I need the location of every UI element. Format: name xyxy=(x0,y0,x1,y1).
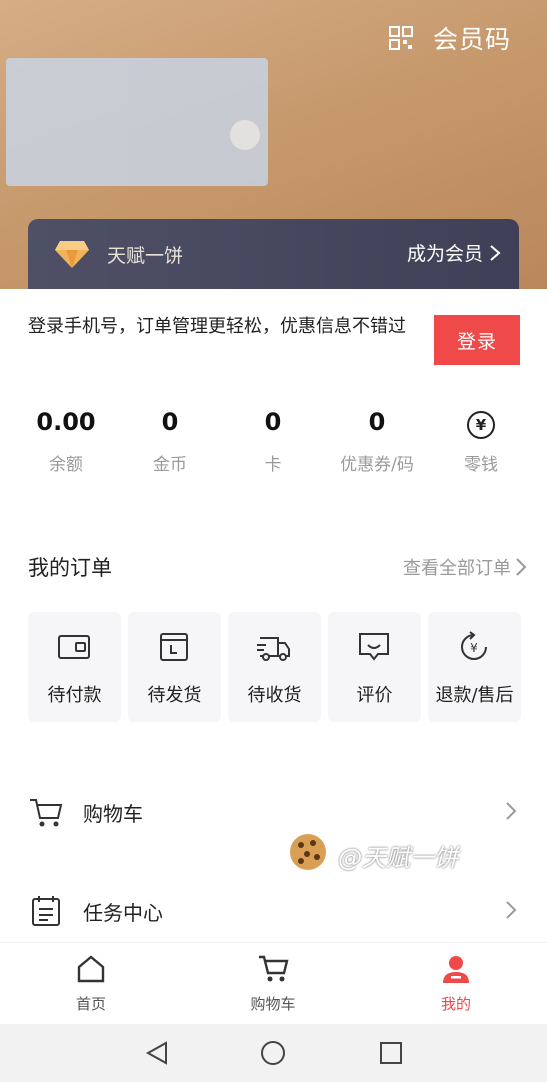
change-label: 零钱 xyxy=(464,455,498,475)
order-tile-label: 待发货 xyxy=(147,685,202,706)
balance-item[interactable]: 0.00 余额 xyxy=(11,400,121,475)
menu-item-label: 任务中心 xyxy=(83,901,163,925)
view-all-orders-link[interactable]: 查看全部订单 xyxy=(403,554,511,580)
profile-header: 会员码 天赋一饼 成为会员 xyxy=(0,0,547,290)
order-tile-refund[interactable]: ¥ 退款/售后 xyxy=(428,612,521,722)
cards-label: 卡 xyxy=(264,455,282,475)
balance-value: 0.00 xyxy=(36,408,96,436)
back-icon[interactable] xyxy=(144,1040,170,1066)
coins-label: 金币 xyxy=(153,455,187,475)
cookie-icon xyxy=(290,834,326,870)
login-prompt-row: 登录手机号，订单管理更轻松，优惠信息不错过 登录 xyxy=(0,289,547,384)
tab-home[interactable]: 首页 xyxy=(31,943,151,1025)
comment-icon xyxy=(359,633,389,661)
balance-label: 余额 xyxy=(49,455,83,475)
order-tile-label: 评价 xyxy=(356,685,393,706)
tab-cart[interactable]: 购物车 xyxy=(213,943,333,1025)
cart-icon xyxy=(30,799,63,827)
cards-value: 0 xyxy=(264,408,282,436)
coupons-value: 0 xyxy=(368,408,386,436)
change-item[interactable]: ¥ 零钱 xyxy=(426,400,536,475)
become-member-label: 成为会员 xyxy=(406,243,483,265)
login-prompt-text: 登录手机号，订单管理更轻松，优惠信息不错过 xyxy=(28,316,406,337)
order-status-tiles: 待付款 待发货 待收货 评价 ¥ 退款/售后 xyxy=(28,612,521,722)
vip-user-name: 天赋一饼 xyxy=(107,245,184,267)
coupons-item[interactable]: 0 优惠券/码 xyxy=(322,400,432,475)
become-member-link[interactable]: 成为会员 xyxy=(407,239,501,266)
tab-label: 购物车 xyxy=(250,995,296,1013)
my-orders-header: 我的订单 查看全部订单 xyxy=(0,546,547,586)
recent-apps-icon[interactable] xyxy=(378,1040,404,1066)
watermark: @天赋一饼 xyxy=(290,832,490,872)
home-circle-icon[interactable] xyxy=(260,1040,286,1066)
task-icon xyxy=(32,896,60,926)
order-tile-label: 待付款 xyxy=(47,685,102,706)
my-orders-title: 我的订单 xyxy=(28,556,112,580)
diamond-icon xyxy=(55,241,89,268)
login-button[interactable]: 登录 xyxy=(434,315,520,365)
order-tile-pending-payment[interactable]: 待付款 xyxy=(28,612,121,722)
vip-banner[interactable]: 天赋一饼 成为会员 xyxy=(28,219,519,289)
svg-text:¥: ¥ xyxy=(470,641,478,655)
menu-item-task-center[interactable]: 任务中心 xyxy=(0,881,547,941)
package-icon xyxy=(160,633,188,661)
tab-label: 首页 xyxy=(75,995,106,1013)
qr-code-icon[interactable] xyxy=(389,26,413,50)
order-tile-review[interactable]: 评价 xyxy=(328,612,421,722)
bottom-tab-bar: 首页 购物车 我的 xyxy=(0,942,547,1025)
home-icon xyxy=(77,955,105,983)
yen-icon: ¥ xyxy=(467,411,495,439)
chevron-right-icon xyxy=(490,244,501,261)
avatar-badge xyxy=(230,120,260,150)
system-navigation-bar xyxy=(0,1024,547,1082)
chevron-right-icon[interactable] xyxy=(515,556,527,578)
truck-icon xyxy=(257,637,290,661)
profile-icon xyxy=(443,956,469,983)
coupons-label: 优惠券/码 xyxy=(340,455,414,475)
order-tile-pending-receipt[interactable]: 待收货 xyxy=(228,612,321,722)
coins-item[interactable]: 0 金币 xyxy=(115,400,225,475)
chevron-right-icon xyxy=(506,901,517,919)
menu-item-label: 购物车 xyxy=(83,802,143,826)
watermark-text: @天赋一饼 xyxy=(338,844,458,872)
coins-value: 0 xyxy=(161,408,179,436)
cards-item[interactable]: 0 卡 xyxy=(218,400,328,475)
blurred-user-info xyxy=(6,58,268,186)
asset-summary: 0.00 余额 0 金币 0 卡 0 优惠券/码 ¥ 零钱 xyxy=(0,400,547,490)
tab-label: 我的 xyxy=(440,995,471,1013)
refund-icon: ¥ xyxy=(461,631,487,660)
tab-mine[interactable]: 我的 xyxy=(396,943,516,1025)
wallet-icon xyxy=(58,635,90,659)
chevron-right-icon xyxy=(506,802,517,820)
cart-icon xyxy=(259,955,289,982)
order-tile-pending-shipment[interactable]: 待发货 xyxy=(128,612,221,722)
member-code-link[interactable]: 会员码 xyxy=(433,20,511,56)
order-tile-label: 退款/售后 xyxy=(435,685,514,706)
order-tile-label: 待收货 xyxy=(247,685,302,706)
